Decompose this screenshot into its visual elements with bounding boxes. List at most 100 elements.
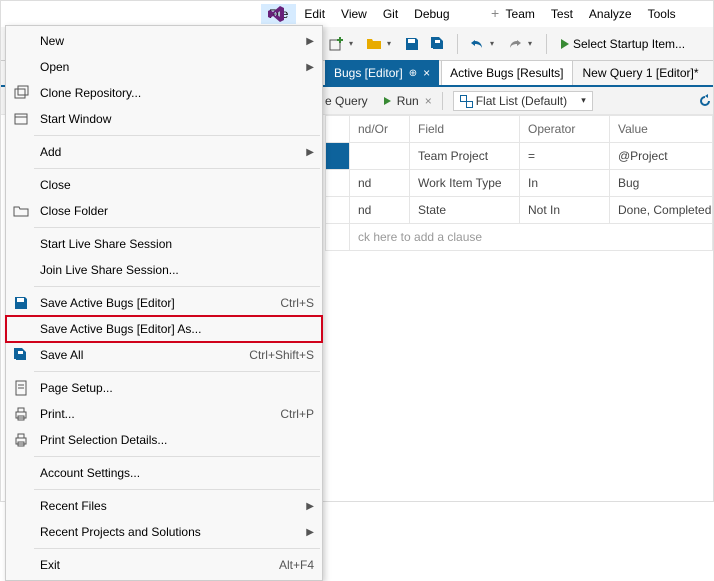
- blank-icon: [10, 556, 32, 574]
- menu-item-open[interactable]: Open ▶: [6, 54, 322, 80]
- add-clause-label[interactable]: ck here to add a clause: [350, 224, 713, 251]
- row-select-cell[interactable]: [326, 197, 350, 224]
- menu-item-page-setup[interactable]: Page Setup...: [6, 375, 322, 401]
- cell-andor[interactable]: [350, 143, 410, 170]
- menu-item-join-live-share-session[interactable]: Join Live Share Session...: [6, 257, 322, 283]
- menu-item-label: Exit: [40, 558, 271, 572]
- menu-item-label: New: [40, 34, 298, 48]
- col-andor[interactable]: nd/Or: [350, 116, 410, 143]
- submenu-arrow-icon: ▶: [306, 36, 314, 47]
- menu-item-new[interactable]: New ▶: [6, 28, 322, 54]
- menu-item-label: Close: [40, 178, 314, 192]
- menu-edit[interactable]: Edit: [296, 4, 333, 24]
- menu-item-start-window[interactable]: Start Window: [6, 106, 322, 132]
- tab-label: Bugs [Editor]: [334, 66, 403, 80]
- menu-item-recent-projects-and-solutions[interactable]: Recent Projects and Solutions▶: [6, 519, 322, 545]
- cell-value[interactable]: @Project: [610, 143, 713, 170]
- tab-active-bugs-editor[interactable]: Bugs [Editor] ⊕ ×: [325, 60, 439, 85]
- toolbar-customize-icon[interactable]: +: [491, 5, 499, 21]
- col-field[interactable]: Field: [410, 116, 520, 143]
- tab-label: New Query 1 [Editor]*: [583, 66, 699, 80]
- menu-item-print[interactable]: Print...Ctrl+P: [6, 401, 322, 427]
- run-icon[interactable]: [384, 97, 391, 105]
- cell-operator[interactable]: In: [520, 170, 610, 197]
- menu-bar: File Edit View Git Debug + Team Test Ana…: [1, 1, 713, 27]
- table-row[interactable]: nd Work Item Type In Bug: [326, 170, 713, 197]
- print-icon: [10, 405, 32, 423]
- window-icon: [10, 110, 32, 128]
- menu-item-start-live-share-session[interactable]: Start Live Share Session: [6, 231, 322, 257]
- row-select-cell[interactable]: [326, 170, 350, 197]
- table-row[interactable]: Team Project = @Project: [326, 143, 713, 170]
- undo-icon[interactable]: ▾: [466, 33, 488, 55]
- cell-operator[interactable]: =: [520, 143, 610, 170]
- col-operator[interactable]: Operator: [520, 116, 610, 143]
- close-icon[interactable]: ×: [423, 66, 430, 80]
- menu-team[interactable]: Team: [498, 4, 543, 24]
- refresh-icon[interactable]: [697, 93, 713, 109]
- submenu-arrow-icon: ▶: [306, 62, 314, 73]
- cell-value[interactable]: Bug: [610, 170, 713, 197]
- row-selected-cell[interactable]: [326, 143, 350, 170]
- startup-project-button[interactable]: Select Startup Item...: [555, 35, 691, 53]
- run-label[interactable]: Run: [397, 94, 419, 108]
- menu-item-save-active-bugs-editor[interactable]: Save Active Bugs [Editor] Ctrl+S: [6, 290, 322, 316]
- vs-logo-icon: [267, 5, 285, 23]
- menu-item-close[interactable]: Close: [6, 172, 322, 198]
- menu-item-account-settings[interactable]: Account Settings...: [6, 460, 322, 486]
- menu-item-label: Start Live Share Session: [40, 237, 314, 251]
- menu-shortcut: Ctrl+S: [280, 296, 314, 310]
- cell-field[interactable]: Work Item Type: [410, 170, 520, 197]
- new-project-icon[interactable]: ▾: [325, 33, 347, 55]
- menu-item-label: Save Active Bugs [Editor]: [40, 296, 272, 310]
- blank-icon: [10, 464, 32, 482]
- menu-separator: [34, 548, 320, 549]
- menu-tools[interactable]: Tools: [640, 4, 684, 24]
- tab-active-bugs-results[interactable]: Active Bugs [Results]: [441, 60, 572, 85]
- blank-icon: [10, 143, 32, 161]
- cell-operator[interactable]: Not In: [520, 197, 610, 224]
- save-icon[interactable]: [401, 33, 423, 55]
- tab-new-query[interactable]: New Query 1 [Editor]*: [575, 61, 707, 85]
- cell-field[interactable]: Team Project: [410, 143, 520, 170]
- cell-andor[interactable]: nd: [350, 197, 410, 224]
- closefolder-icon: [10, 202, 32, 220]
- toolbar-separator: [457, 34, 458, 54]
- blank-icon: [10, 261, 32, 279]
- menu-item-exit[interactable]: ExitAlt+F4: [6, 552, 322, 578]
- menu-item-label: Recent Files: [40, 499, 298, 513]
- blank-icon: [10, 523, 32, 541]
- cell-andor[interactable]: nd: [350, 170, 410, 197]
- pin-icon[interactable]: ⊕: [409, 68, 417, 79]
- cell-field[interactable]: State: [410, 197, 520, 224]
- cell-value[interactable]: Done, Completed,: [610, 197, 713, 224]
- menu-item-print-selection-details[interactable]: Print Selection Details...: [6, 427, 322, 453]
- open-file-icon[interactable]: ▾: [363, 33, 385, 55]
- menu-item-label: Start Window: [40, 112, 314, 126]
- menu-analyze[interactable]: Analyze: [581, 4, 640, 24]
- menu-view[interactable]: View: [333, 4, 375, 24]
- menu-item-save-all[interactable]: Save AllCtrl+Shift+S: [6, 342, 322, 368]
- query-clauses-grid: nd/Or Field Operator Value Team Project …: [325, 115, 713, 251]
- menu-debug[interactable]: Debug: [406, 4, 457, 24]
- menu-item-label: Open: [40, 60, 298, 74]
- redo-icon[interactable]: ▾: [504, 33, 526, 55]
- menu-shortcut: Ctrl+Shift+S: [249, 348, 314, 362]
- add-clause-row[interactable]: ck here to add a clause: [326, 224, 713, 251]
- play-icon: [561, 39, 569, 49]
- query-separator: [442, 92, 443, 110]
- save-all-icon[interactable]: [427, 33, 449, 55]
- col-select[interactable]: [326, 116, 350, 143]
- menu-item-recent-files[interactable]: Recent Files▶: [6, 493, 322, 519]
- menu-separator: [34, 371, 320, 372]
- menu-item-add[interactable]: Add▶: [6, 139, 322, 165]
- col-value[interactable]: Value: [610, 116, 713, 143]
- menu-test[interactable]: Test: [543, 4, 581, 24]
- menu-item-save-active-bugs-editor-as[interactable]: Save Active Bugs [Editor] As...: [6, 316, 322, 342]
- query-type-dropdown[interactable]: Flat List (Default) ▾: [453, 91, 593, 111]
- table-row[interactable]: nd State Not In Done, Completed,: [326, 197, 713, 224]
- close-run-icon[interactable]: ×: [425, 94, 432, 108]
- menu-item-close-folder[interactable]: Close Folder: [6, 198, 322, 224]
- menu-git[interactable]: Git: [375, 4, 406, 24]
- menu-item-clone-repository[interactable]: Clone Repository...: [6, 80, 322, 106]
